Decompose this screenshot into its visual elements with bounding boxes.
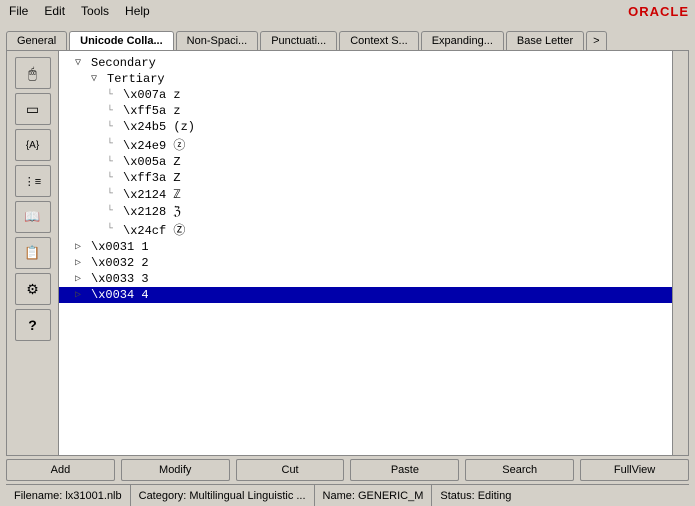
oracle-logo: ORACLE [628, 4, 689, 19]
menu-edit[interactable]: Edit [41, 3, 68, 19]
add-button[interactable]: Add [6, 459, 115, 481]
node-label-x007a: \x007a z [121, 88, 181, 102]
help-icon[interactable]: ? [15, 309, 51, 341]
expander-x0033: ▷ [75, 273, 89, 285]
action-bar: Add Modify Cut Paste Search FullView [0, 456, 695, 484]
node-label-x0032: \x0032 2 [89, 256, 149, 270]
left-toolbar: 🖱 ▭ {A} ⋮≡ 📖 📋 ⚙ ? [7, 51, 59, 455]
tree-node-x0032[interactable]: ▷ \x0032 2 [59, 255, 672, 271]
fullview-button[interactable]: FullView [580, 459, 689, 481]
node-label-x24b5: \x24b5 (z) [121, 120, 195, 134]
expander-x0031: ▷ [75, 241, 89, 253]
menu-file[interactable]: File [6, 3, 31, 19]
tab-more[interactable]: > [586, 31, 606, 50]
tab-unicode-colla[interactable]: Unicode Colla... [69, 31, 174, 50]
node-label-xff3a: \xff3a Z [121, 171, 181, 185]
tab-general[interactable]: General [6, 31, 67, 50]
expander-x2124: └ [107, 189, 121, 200]
expander-xff5a: └ [107, 106, 121, 117]
tree-node-x24b5[interactable]: └ \x24b5 (z) [59, 119, 672, 135]
node-label-secondary: Secondary [89, 56, 156, 70]
menu-tools[interactable]: Tools [78, 3, 112, 19]
tab-context-s[interactable]: Context S... [339, 31, 418, 50]
node-label-x2124: \x2124 ℤ [121, 187, 181, 202]
paste-button[interactable]: Paste [350, 459, 459, 481]
menu-items: File Edit Tools Help [6, 3, 153, 19]
tree-area[interactable]: ▽ Secondary ▽ Tertiary └ \x007a z └ \xff… [59, 51, 672, 455]
tab-bar: General Unicode Colla... Non-Spaci... Pu… [0, 22, 695, 50]
tree-node-x2124[interactable]: └ \x2124 ℤ [59, 186, 672, 203]
tree-node-xff3a[interactable]: └ \xff3a Z [59, 170, 672, 186]
status-bar: Filename: lx31001.nlb Category: Multilin… [6, 484, 689, 506]
list-icon[interactable]: ⋮≡ [15, 165, 51, 197]
tab-punctuati[interactable]: Punctuati... [260, 31, 337, 50]
node-label-tertiary: Tertiary [105, 72, 165, 86]
node-label-x2128: \x2128 ℨ [121, 204, 181, 219]
tree-node-x0031[interactable]: ▷ \x0031 1 [59, 239, 672, 255]
expander-x2128: └ [107, 206, 121, 217]
node-label-x005a: \x005a Z [121, 155, 181, 169]
tab-non-spaci[interactable]: Non-Spaci... [176, 31, 259, 50]
node-label-x24e9: \x24e9 ⓩ [121, 136, 185, 153]
tab-base-letter[interactable]: Base Letter [506, 31, 584, 50]
menu-bar: File Edit Tools Help ORACLE [0, 0, 695, 22]
main-container: 🖱 ▭ {A} ⋮≡ 📖 📋 ⚙ ? ▽ Secondary ▽ Tertiar… [6, 50, 689, 456]
status-editing: Status: Editing [432, 485, 519, 506]
expander-x0034: ▷ [75, 289, 89, 301]
tree-node-tertiary[interactable]: ▽ Tertiary [59, 71, 672, 87]
braces-icon[interactable]: {A} [15, 129, 51, 161]
tree-node-x007a[interactable]: └ \x007a z [59, 87, 672, 103]
tree-node-x24cf[interactable]: └ \x24cf Ⓩ [59, 220, 672, 239]
cut-button[interactable]: Cut [236, 459, 345, 481]
tab-expanding[interactable]: Expanding... [421, 31, 504, 50]
tree-node-x0034[interactable]: ▷ \x0034 4 [59, 287, 672, 303]
expander-x0032: ▷ [75, 257, 89, 269]
scrollbar[interactable] [672, 51, 688, 455]
modify-button[interactable]: Modify [121, 459, 230, 481]
tree-node-x24e9[interactable]: └ \x24e9 ⓩ [59, 135, 672, 154]
node-label-x24cf: \x24cf Ⓩ [121, 221, 185, 238]
gear-icon[interactable]: ⚙ [15, 273, 51, 305]
expander-x24e9: └ [107, 139, 121, 150]
status-category: Category: Multilingual Linguistic ... [131, 485, 315, 506]
book-icon[interactable]: 📖 [15, 201, 51, 233]
node-label-xff5a: \xff5a z [121, 104, 181, 118]
menu-help[interactable]: Help [122, 3, 153, 19]
node-label-x0033: \x0033 3 [89, 272, 149, 286]
tree-node-x0033[interactable]: ▷ \x0033 3 [59, 271, 672, 287]
note-icon[interactable]: 📋 [15, 237, 51, 269]
rectangle-icon[interactable]: ▭ [15, 93, 51, 125]
expander-xff3a: └ [107, 173, 121, 184]
tree-node-x005a[interactable]: └ \x005a Z [59, 154, 672, 170]
tree-node-secondary[interactable]: ▽ Secondary [59, 55, 672, 71]
expander-tertiary: ▽ [91, 73, 105, 85]
tree-node-x2128[interactable]: └ \x2128 ℨ [59, 203, 672, 220]
search-button[interactable]: Search [465, 459, 574, 481]
status-filename: Filename: lx31001.nlb [6, 485, 131, 506]
expander-x24cf: └ [107, 224, 121, 235]
cursor-icon[interactable]: 🖱 [15, 57, 51, 89]
status-name: Name: GENERIC_M [315, 485, 433, 506]
expander-secondary: ▽ [75, 57, 89, 69]
expander-x005a: └ [107, 157, 121, 168]
node-label-x0031: \x0031 1 [89, 240, 149, 254]
tree-node-xff5a[interactable]: └ \xff5a z [59, 103, 672, 119]
node-label-x0034: \x0034 4 [89, 288, 149, 302]
expander-x24b5: └ [107, 122, 121, 133]
expander-x007a: └ [107, 90, 121, 101]
